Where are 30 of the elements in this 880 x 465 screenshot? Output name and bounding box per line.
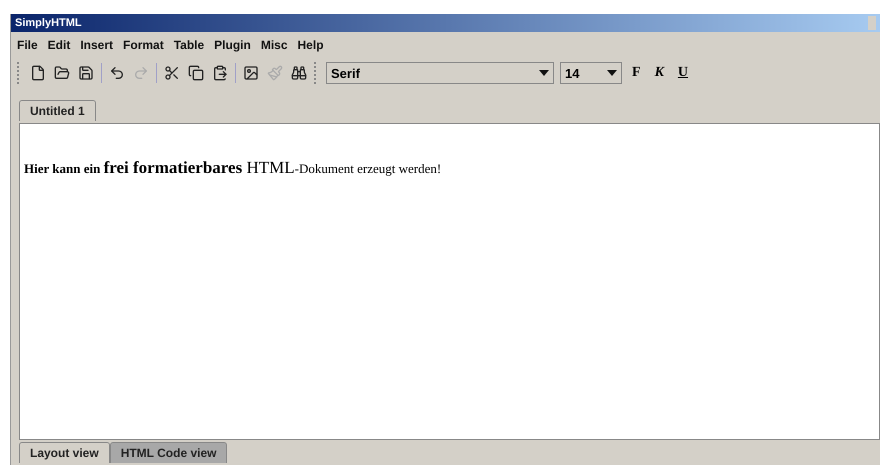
undo-icon[interactable] (108, 64, 126, 82)
italic-button[interactable]: K (650, 65, 668, 81)
picture-icon[interactable] (242, 64, 260, 82)
menu-item[interactable]: File (13, 36, 42, 54)
save-icon[interactable] (77, 64, 95, 82)
document-tab[interactable]: Untitled 1 (19, 100, 96, 121)
caret-icon (607, 70, 617, 76)
underline-button[interactable]: U (674, 65, 692, 81)
menu-item[interactable]: Plugin (210, 36, 255, 54)
font-family-dropdown[interactable]: Serif (326, 62, 554, 84)
paste-icon[interactable] (211, 64, 229, 82)
menu-item[interactable]: Misc (256, 36, 292, 54)
menu-item[interactable]: Insert (76, 36, 118, 54)
menu-item[interactable]: Edit (44, 36, 74, 54)
editor-area[interactable]: Hier kann ein frei formatierbares HTML-Dokument erzeugt werden! (19, 123, 880, 440)
binoculars-icon[interactable] (290, 64, 308, 82)
font-size-dropdown[interactable]: 14 (560, 62, 622, 84)
copy-icon[interactable] (187, 64, 205, 82)
menu-item[interactable]: Table (170, 36, 208, 54)
menu-item[interactable]: Format (119, 36, 168, 54)
menu-item[interactable]: Help (294, 36, 328, 54)
bold-button[interactable]: F (628, 65, 645, 81)
caret-icon (539, 70, 549, 76)
folder-icon[interactable] (53, 64, 71, 82)
document-text: Hier kann ein frei formatierbares HTML-Dokument erzeugt werden! (24, 158, 442, 178)
window-title: SimplyHTML (15, 17, 82, 29)
new-file-icon[interactable] (29, 64, 47, 82)
view-tab[interactable]: Layout view (19, 442, 110, 463)
view-tab[interactable]: HTML Code view (110, 442, 228, 463)
cut-icon[interactable] (163, 64, 181, 82)
